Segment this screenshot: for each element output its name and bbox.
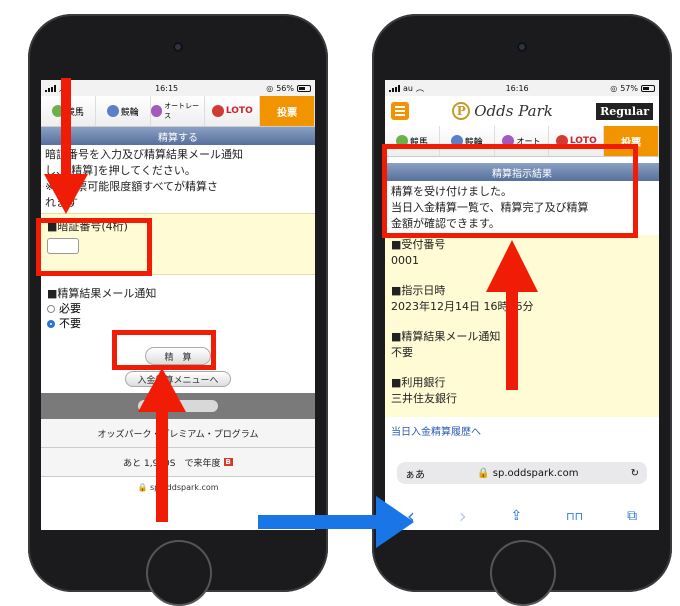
url-label: 🔒 sp.oddspark.com	[137, 483, 219, 492]
signal-icon	[45, 84, 56, 92]
points-row[interactable]: あと 1,990S で来年度 B	[41, 448, 315, 477]
tab-loto[interactable]: LOTO	[205, 96, 261, 126]
tab-auto-race[interactable]: オートレース	[150, 96, 206, 126]
member-badge: Regular	[596, 102, 653, 120]
back-to-menu-button[interactable]: 入金精算メニューへ	[125, 371, 231, 387]
field-value: 三井住友銀行	[391, 392, 457, 405]
forward-icon[interactable]: ›	[459, 504, 467, 528]
status-time: 16:16	[505, 83, 529, 93]
text-size-button[interactable]: ぁあ	[405, 466, 425, 481]
home-button[interactable]	[146, 540, 212, 606]
field-value: 2023年12月14日 16時16分	[391, 300, 534, 313]
safari-toolbar: ‹ › ⇪ ⊓⊓ ⧉	[385, 502, 659, 530]
front-camera	[517, 42, 527, 52]
battery-percent: 56%	[276, 83, 294, 93]
result-details: ■受付番号 0001 ■指示日時 2023年12月14日 16時16分 ■精算結…	[385, 235, 659, 417]
tab-vote[interactable]: 投票	[260, 96, 315, 126]
field-label: ■指示日時	[391, 284, 446, 297]
field-value: 不要	[391, 346, 413, 359]
field-label: ■精算結果メール通知	[391, 330, 501, 343]
menu-button[interactable]	[391, 102, 409, 120]
signal-icon	[389, 84, 400, 92]
highlight-pin-box	[36, 218, 152, 276]
mail-notify-section: ■精算結果メール通知 必要 不要	[41, 275, 315, 335]
tab-keirin[interactable]: 競輪	[95, 96, 151, 126]
tab-horse-racing[interactable]: 競馬	[41, 96, 96, 126]
reload-icon[interactable]: ↻	[631, 468, 639, 479]
option-required[interactable]: 必要	[47, 301, 309, 316]
wifi-icon: ︵	[59, 83, 67, 93]
status-bar: ︵ 16:15 ◎ 56%	[41, 80, 315, 96]
alarm-icon: ◎	[266, 83, 274, 93]
horse-racing-icon	[51, 105, 64, 117]
pill-button[interactable]	[138, 400, 218, 412]
carrier-label: au	[403, 83, 413, 93]
battery-percent: 57%	[620, 83, 638, 93]
back-icon[interactable]: ‹	[407, 504, 415, 528]
program-row[interactable]: オッズパーク・プレミアム・プログラム	[41, 419, 315, 448]
field-value: 0001	[391, 254, 419, 267]
front-camera	[173, 42, 183, 52]
left-phone: ︵ 16:15 ◎ 56% 競馬 競輪 オートレース LOTO 投票 精算する …	[28, 14, 328, 606]
battery-icon	[296, 84, 311, 92]
right-phone: au ︵ 16:16 ◎ 57% P Odds Park Regular 競馬 競…	[372, 14, 672, 606]
address-bar[interactable]: ぁあ 🔒 sp.oddspark.com ↻	[397, 462, 647, 484]
loto-icon	[211, 105, 224, 117]
wifi-icon: ︵	[415, 83, 424, 93]
battery-icon	[641, 84, 655, 92]
bookmarks-icon[interactable]: ⊓⊓	[566, 510, 583, 523]
points-badge: B	[223, 458, 233, 466]
instructions: 暗証番号を入力及び精算結果メール通知 し、[精算]を押してください。 ※の投票可…	[45, 148, 243, 209]
section-title: 精算する	[41, 127, 315, 145]
radio-selected-icon	[47, 319, 55, 328]
service-nav: 競馬 競輪 オートレース LOTO 投票	[41, 96, 315, 127]
history-link[interactable]: 当日入金精算履歴へ	[385, 417, 659, 444]
status-time: 16:15	[155, 83, 179, 93]
gray-divider	[41, 393, 315, 419]
auto-race-icon	[150, 105, 163, 117]
left-screen: ︵ 16:15 ◎ 56% 競馬 競輪 オートレース LOTO 投票 精算する …	[41, 80, 315, 530]
field-label: ■受付番号	[391, 238, 446, 251]
alarm-icon: ◎	[610, 83, 618, 93]
radio-icon	[47, 304, 55, 313]
highlight-result-box	[382, 144, 638, 238]
mail-notify-label: ■精算結果メール通知	[47, 287, 157, 300]
status-bar: au ︵ 16:16 ◎ 57%	[385, 80, 659, 96]
odds-park-logo[interactable]: P Odds Park	[452, 102, 553, 120]
share-icon[interactable]: ⇪	[511, 508, 523, 524]
keirin-icon	[106, 105, 119, 117]
tabs-icon[interactable]: ⧉	[627, 508, 637, 524]
site-header: P Odds Park Regular	[385, 96, 659, 126]
url-text: sp.oddspark.com	[492, 467, 579, 479]
home-button[interactable]	[490, 540, 556, 606]
lock-icon: 🔒	[477, 467, 490, 479]
highlight-settle-box	[112, 330, 216, 370]
field-label: ■利用銀行	[391, 376, 446, 389]
option-not-required[interactable]: 不要	[47, 316, 309, 331]
